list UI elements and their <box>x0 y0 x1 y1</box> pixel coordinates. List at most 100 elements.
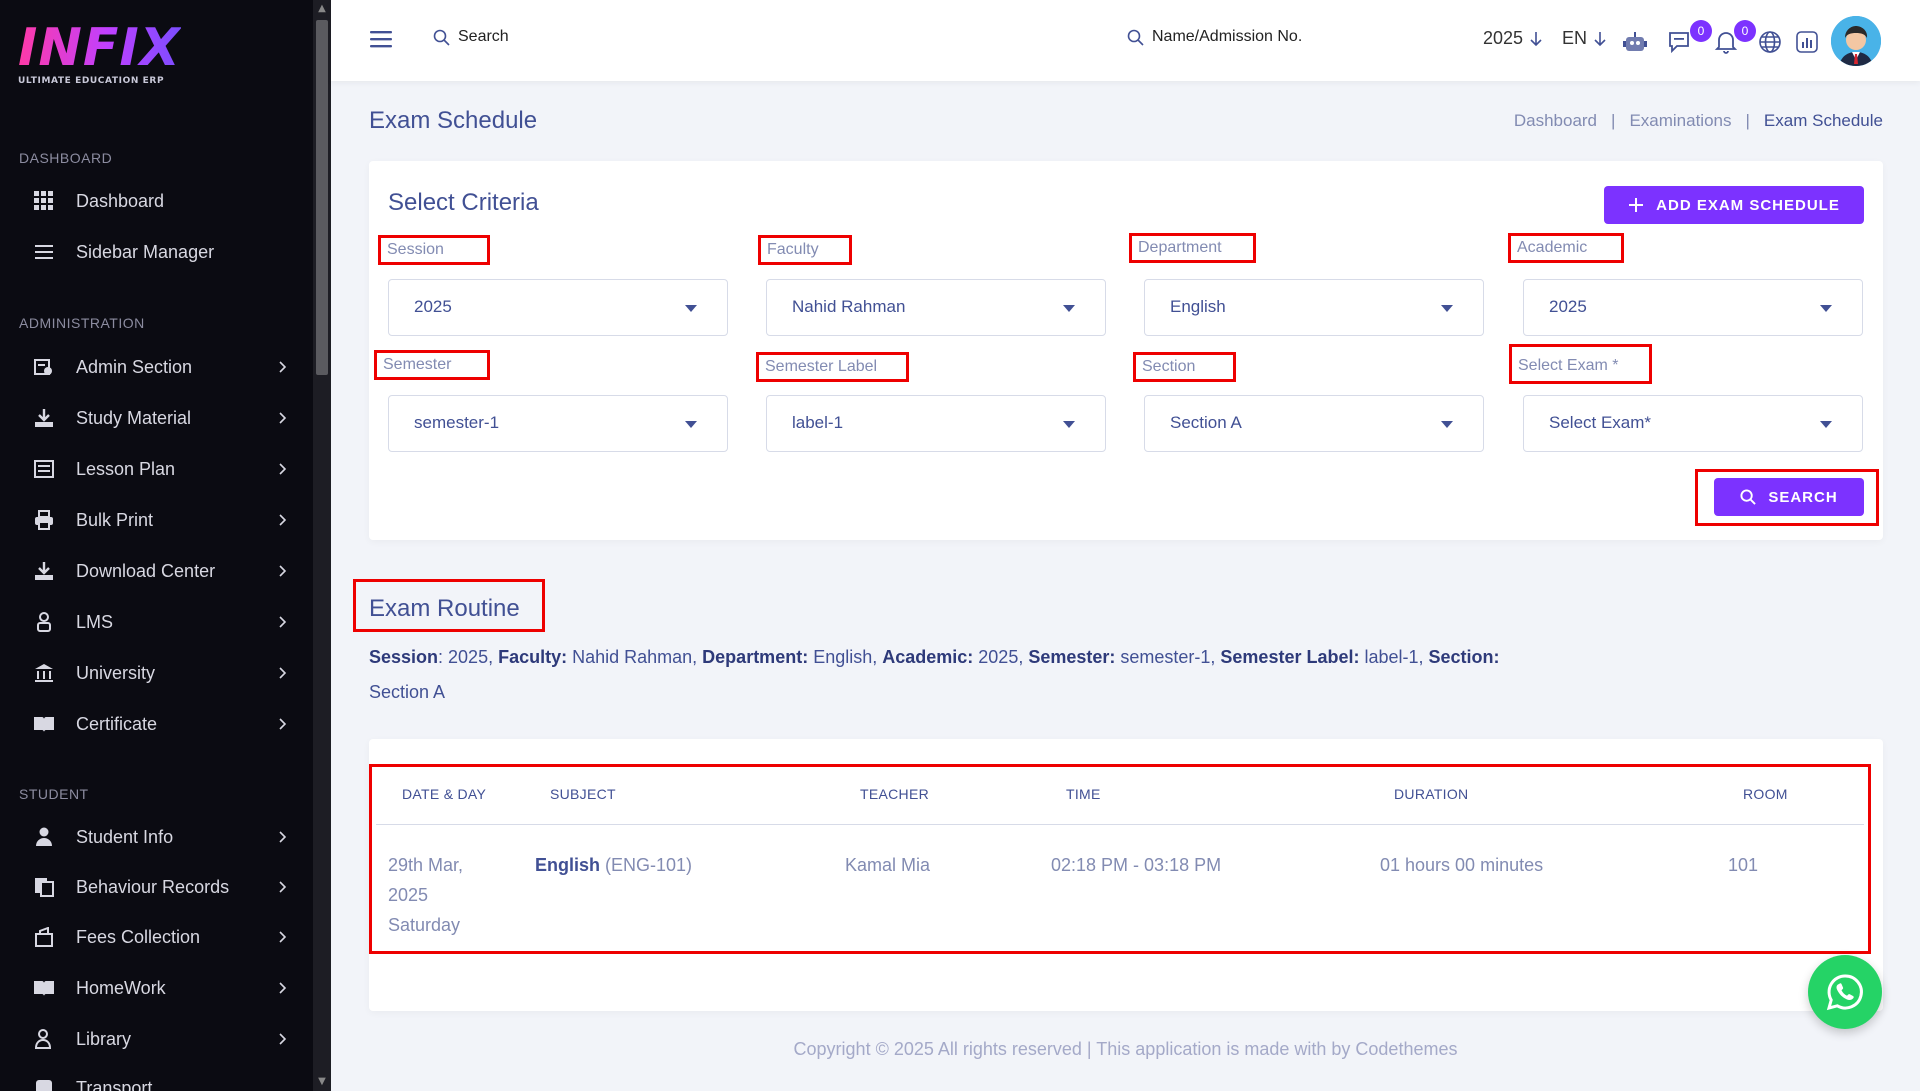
academic-select[interactable]: 2025 <box>1523 279 1863 336</box>
library-icon <box>33 1028 55 1050</box>
download-icon <box>33 560 55 582</box>
caret-down-icon <box>1063 421 1075 428</box>
sidebar-item-study-material[interactable]: Study Material <box>0 398 310 438</box>
logo-tagline: ULTIMATE EDUCATION ERP <box>18 76 165 86</box>
search-button[interactable]: SEARCH <box>1714 478 1864 516</box>
info-value: label-1, <box>1359 647 1429 667</box>
column-header-time: TIME <box>1066 786 1101 802</box>
sidebar-item-label: Certificate <box>76 713 158 734</box>
sidebar-item-fees-collection[interactable]: Fees Collection <box>0 917 310 957</box>
logo-text: INFIX <box>18 18 181 78</box>
breadcrumb: Dashboard | Examinations | Exam Schedule <box>1514 111 1883 131</box>
date-day: Saturday <box>388 915 461 935</box>
globe-icon[interactable] <box>1756 28 1784 56</box>
language-value: EN <box>1562 28 1588 48</box>
info-key: Session <box>369 647 439 667</box>
cell-time: 02:18 PM - 03:18 PM <box>1051 855 1222 875</box>
scrollbar-thumb[interactable] <box>316 20 328 375</box>
search-icon <box>1740 489 1757 505</box>
select-exam-select[interactable]: Select Exam* <box>1523 395 1863 452</box>
semester-select[interactable]: semester-1 <box>388 395 728 452</box>
add-exam-schedule-button[interactable]: ADD EXAM SCHEDULE <box>1604 186 1864 224</box>
lesson-icon <box>33 458 55 480</box>
sidebar-item-label: Download Center <box>76 560 216 581</box>
chevron-right-icon <box>279 463 287 475</box>
faculty-select[interactable]: Nahid Rahman <box>766 279 1106 336</box>
section-label: Section <box>1133 352 1236 382</box>
sidebar-section-student: STUDENT <box>19 786 89 802</box>
brand-logo[interactable]: INFIX ULTIMATE EDUCATION ERP <box>18 22 181 86</box>
department-select[interactable]: English <box>1144 279 1484 336</box>
scroll-down-icon[interactable]: ▼ <box>313 1073 331 1091</box>
select-exam-label: Select Exam * <box>1509 344 1652 384</box>
scroll-up-icon[interactable]: ▲ <box>313 0 331 18</box>
university-icon <box>33 662 55 684</box>
faculty-label: Faculty <box>758 235 852 265</box>
year-selector[interactable]: 2025 <box>1483 28 1543 49</box>
sidebar-item-admin-section[interactable]: Admin Section <box>0 347 310 387</box>
info-key: Academic: <box>882 647 974 667</box>
topbar: Search Name/Admission No. 2025 EN 0 0 <box>331 0 1920 81</box>
arrow-down-icon <box>1594 31 1606 46</box>
chevron-right-icon <box>279 514 287 526</box>
breadcrumb-dashboard[interactable]: Dashboard <box>1514 111 1597 131</box>
printer-icon <box>33 509 55 531</box>
sidebar-item-behaviour-records[interactable]: Behaviour Records <box>0 867 310 907</box>
sidebar-item-label: Library <box>76 1028 132 1049</box>
sidebar-item-library[interactable]: Library <box>0 1019 310 1059</box>
chevron-right-icon <box>279 667 287 679</box>
sidebar-item-dashboard[interactable]: Dashboard <box>0 181 310 221</box>
breadcrumb-current: Exam Schedule <box>1763 111 1883 130</box>
book-icon <box>33 977 55 999</box>
sidebar-item-lesson-plan[interactable]: Lesson Plan <box>0 449 310 489</box>
sidebar-item-transport[interactable]: Transport <box>0 1068 310 1091</box>
sidebar-item-download-center[interactable]: Download Center <box>0 551 310 591</box>
lms-icon <box>33 611 55 633</box>
sidebar-item-label: Admin Section <box>76 356 193 377</box>
caret-down-icon <box>1063 305 1075 312</box>
session-select[interactable]: 2025 <box>388 279 728 336</box>
language-selector[interactable]: EN <box>1562 28 1607 49</box>
sidebar-item-homework[interactable]: HomeWork <box>0 968 310 1008</box>
student-search[interactable]: Name/Admission No. <box>1127 28 1302 46</box>
user-avatar[interactable] <box>1831 16 1881 66</box>
sidebar-item-sidebar-manager[interactable]: Sidebar Manager <box>0 232 310 272</box>
semester-label-select[interactable]: label-1 <box>766 395 1106 452</box>
cell-date: 29th Mar, 2025 Saturday <box>388 850 463 940</box>
sidebar-item-label: Student Info <box>76 826 174 847</box>
date-year: 2025 <box>388 885 429 905</box>
cell-duration: 01 hours 00 minutes <box>1380 855 1544 875</box>
sidebar-item-university[interactable]: University <box>0 653 310 693</box>
info-key: Semester Label: <box>1220 647 1360 667</box>
info-key: Semester: <box>1028 647 1116 667</box>
sidebar-item-student-info[interactable]: Student Info <box>0 817 310 857</box>
global-search[interactable]: Search <box>433 28 509 46</box>
robot-icon[interactable] <box>1621 28 1649 56</box>
section-select[interactable]: Section A <box>1144 395 1484 452</box>
sidebar-scrollbar[interactable]: ▲ ▼ <box>313 0 331 1091</box>
sidebar-item-label: Lesson Plan <box>76 458 176 479</box>
sidebar-item-label: Bulk Print <box>76 509 154 530</box>
year-value: 2025 <box>1483 28 1524 48</box>
cell-teacher: Kamal Mia <box>845 855 931 875</box>
info-value: Nahid Rahman, <box>567 647 703 667</box>
breadcrumb-separator: | <box>1611 111 1616 130</box>
sidebar-item-lms[interactable]: LMS <box>0 602 310 642</box>
chevron-right-icon <box>279 831 287 843</box>
criteria-title: Select Criteria <box>388 189 539 216</box>
breadcrumb-examinations[interactable]: Examinations <box>1629 111 1731 131</box>
info-value: semester-1, <box>1115 647 1221 667</box>
admin-icon <box>33 356 55 378</box>
caret-down-icon <box>685 305 697 312</box>
whatsapp-button[interactable] <box>1808 955 1882 1029</box>
hamburger-menu-icon[interactable] <box>370 30 392 48</box>
stats-icon[interactable] <box>1793 28 1821 56</box>
sidebar-item-bulk-print[interactable]: Bulk Print <box>0 500 310 540</box>
caret-down-icon <box>1820 305 1832 312</box>
sidebar-item-certificate[interactable]: Certificate <box>0 704 310 744</box>
chat-count-badge: 0 <box>1690 20 1712 42</box>
notification-count-badge: 0 <box>1734 20 1756 42</box>
semester-value: semester-1 <box>414 413 500 432</box>
caret-down-icon <box>685 421 697 428</box>
sidebar-item-label: University <box>76 662 156 683</box>
